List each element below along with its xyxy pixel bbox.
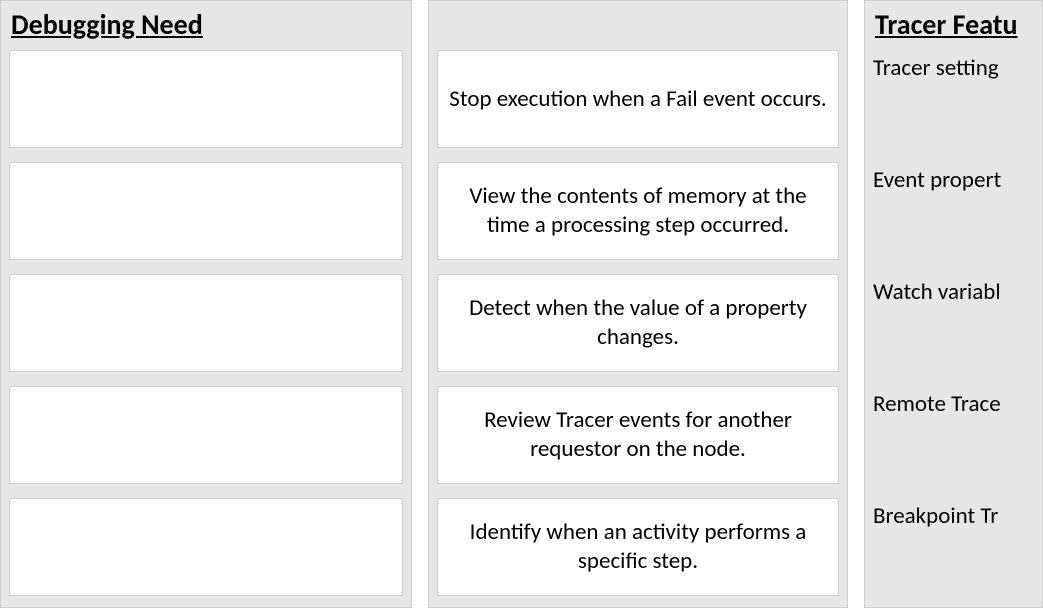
feature-4: Remote Trace: [873, 386, 1034, 484]
card-5-text: Identify when an activity performs a spe…: [448, 518, 828, 576]
feature-1: Tracer setting: [873, 50, 1034, 148]
drop-target-5[interactable]: [9, 498, 403, 596]
tracer-feature-header: Tracer Featu: [873, 5, 1034, 48]
feature-5-text: Breakpoint Tr: [873, 502, 998, 530]
card-2[interactable]: View the contents of memory at the time …: [437, 162, 839, 260]
drop-target-3[interactable]: [9, 274, 403, 372]
feature-2-text: Event propert: [873, 166, 1001, 194]
feature-1-text: Tracer setting: [873, 54, 999, 82]
card-1[interactable]: Stop execution when a Fail event occurs.: [437, 50, 839, 148]
drop-target-4[interactable]: [9, 386, 403, 484]
debugging-need-header: Debugging Need: [9, 5, 403, 48]
debugging-need-slots: [9, 50, 403, 596]
card-3-text: Detect when the value of a property chan…: [448, 294, 828, 352]
feature-3-text: Watch variabl: [873, 278, 1001, 306]
debugging-need-column: Debugging Need: [0, 0, 412, 608]
card-4-text: Review Tracer events for another request…: [448, 406, 828, 464]
feature-3: Watch variabl: [873, 274, 1034, 372]
card-1-text: Stop execution when a Fail event occurs.: [449, 85, 826, 114]
card-5[interactable]: Identify when an activity performs a spe…: [437, 498, 839, 596]
drop-target-1[interactable]: [9, 50, 403, 148]
feature-5: Breakpoint Tr: [873, 498, 1034, 596]
tracer-feature-column: Tracer Featu Tracer setting Event proper…: [864, 0, 1043, 608]
cards-column: . Stop execution when a Fail event occur…: [428, 0, 848, 608]
card-2-text: View the contents of memory at the time …: [448, 182, 828, 240]
drop-target-2[interactable]: [9, 162, 403, 260]
feature-2: Event propert: [873, 162, 1034, 260]
cards-list: Stop execution when a Fail event occurs.…: [437, 50, 839, 596]
card-4[interactable]: Review Tracer events for another request…: [437, 386, 839, 484]
feature-4-text: Remote Trace: [873, 390, 1001, 418]
tracer-feature-list: Tracer setting Event propert Watch varia…: [873, 50, 1034, 596]
card-3[interactable]: Detect when the value of a property chan…: [437, 274, 839, 372]
